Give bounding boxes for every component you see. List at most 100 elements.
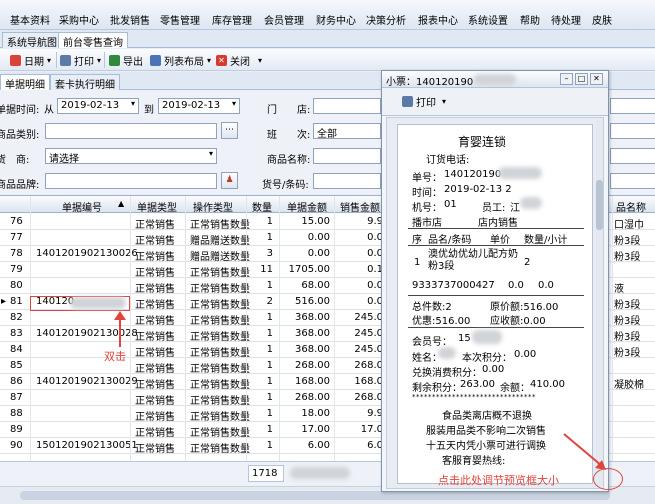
receipt-staff: 江 <box>510 203 520 214</box>
minimize-icon[interactable]: – <box>560 73 573 85</box>
col-bill-type[interactable]: 单据类型 <box>137 199 177 214</box>
right-filter-input-3[interactable] <box>610 148 655 164</box>
date-button[interactable]: 日期 ▾ <box>10 53 51 68</box>
picker-icon[interactable]: ⋯ <box>221 122 238 139</box>
tab-system-nav[interactable]: 系统导航图 <box>2 32 62 49</box>
col-sale-amount[interactable]: 销售金额 <box>340 199 380 214</box>
receipt-item-qty: 2 <box>524 257 531 268</box>
print-label: 打印 <box>74 56 94 68</box>
receipt-discount: 优惠:516.00 <box>412 316 471 327</box>
cell-type: 正常销售 <box>135 332 175 343</box>
menu-item-0[interactable]: 基本资料 <box>10 12 50 27</box>
cell-qty: 1 <box>266 392 273 403</box>
menu-item-7[interactable]: 决策分析 <box>366 12 406 27</box>
cell-amt: 368.00 <box>295 344 330 355</box>
receipt-item-seq: 1 <box>414 257 421 268</box>
col-qty[interactable]: 数量 <box>252 199 272 214</box>
tab-bill-detail[interactable]: 单据明细 <box>0 74 50 91</box>
cell-n: 77 <box>10 232 23 243</box>
person-picker-icon[interactable]: ♟ <box>221 172 238 189</box>
product-name-input[interactable] <box>313 148 381 164</box>
export-button[interactable]: 导出 <box>109 53 143 68</box>
menu-item-5[interactable]: 会员管理 <box>264 12 304 27</box>
menu-item-12[interactable]: 皮肤 <box>592 12 612 27</box>
chevron-down-icon: ▾ <box>97 55 102 65</box>
cell-amt: 268.00 <box>295 360 330 371</box>
cell-tail: 口湿巾 <box>614 220 644 231</box>
print-button[interactable]: 打印 ▾ <box>60 53 102 68</box>
cell-op: 正常销售数量 <box>190 412 250 423</box>
sort-asc-icon: ▲ <box>118 199 125 208</box>
receipt-sale-kind: 店内销售 <box>478 218 518 229</box>
receipt-remain-label: 剩余积分： <box>412 383 462 394</box>
list-layout-button[interactable]: 列表布局 ▾ <box>150 53 211 68</box>
cell-amt: 15.00 <box>301 216 330 227</box>
cell-type: 正常销售 <box>135 412 175 423</box>
to-label: 到 <box>144 105 154 116</box>
brand-input[interactable] <box>45 173 217 189</box>
to-date-input[interactable]: 2019-02-13 ▾ <box>158 98 240 114</box>
cell-n: 78 <box>10 248 23 259</box>
cell-n: 81 <box>10 296 23 307</box>
merchant-select[interactable]: 请选择 ▾ <box>45 148 217 164</box>
toolbar: 日期 ▾ 打印 ▾ 导出 列表布局 ▾ ✕ 关闭 ▾ <box>0 49 655 71</box>
popup-title-bar[interactable]: 小票：140120190 – □ ✕ <box>382 71 608 88</box>
cell-op: 正常销售数量 <box>190 300 250 311</box>
close-button[interactable]: ✕ 关闭 <box>216 53 250 68</box>
shift-select[interactable]: 全部 <box>313 123 381 139</box>
scroll-thumb[interactable] <box>20 491 610 500</box>
right-filter-input-2[interactable] <box>610 123 655 139</box>
receipt-bill-no-label: 单号： <box>412 173 442 184</box>
receipt-staff-label: 员工: <box>482 203 506 214</box>
total-qty: 1718 <box>248 465 284 482</box>
cell-sale: 168.0 <box>354 376 383 387</box>
cell-type: 正常销售 <box>135 252 175 263</box>
annotation-arrow-up <box>114 311 126 347</box>
cell-amt: 268.00 <box>295 392 330 403</box>
cell-type: 正常销售 <box>135 380 175 391</box>
cell-tail: 粉3段 <box>614 348 641 359</box>
receipt-exchange-label: 兑换消费积分： <box>412 368 482 379</box>
menu-item-9[interactable]: 系统设置 <box>468 12 508 27</box>
col-bill-no[interactable]: 单据编号 <box>62 199 102 214</box>
close-icon[interactable]: ✕ <box>590 73 603 85</box>
redacted-name <box>438 347 456 359</box>
cell-qty: 11 <box>260 264 273 275</box>
col-op-type[interactable]: 操作类型 <box>193 199 233 214</box>
menu-item-10[interactable]: 帮助 <box>520 12 540 27</box>
menu-item-2[interactable]: 批发销售 <box>110 12 150 27</box>
menu-item-4[interactable]: 库存管理 <box>212 12 252 27</box>
from-date-input[interactable]: 2019-02-13 ▾ <box>57 98 139 114</box>
popup-print-button[interactable]: 打印 ▾ <box>402 94 446 109</box>
menu-item-3[interactable]: 零售管理 <box>160 12 200 27</box>
shift-label: 班 次: <box>267 130 311 141</box>
store-input[interactable] <box>313 98 381 114</box>
cell-type: 正常销售 <box>135 316 175 327</box>
receipt-col-price: 单价 <box>490 235 510 246</box>
redacted-bill-no <box>70 297 126 309</box>
tab-card-detail[interactable]: 套卡执行明细 <box>50 74 120 91</box>
chevron-down-icon: ▾ <box>442 97 447 106</box>
toolbar-overflow-icon[interactable]: ▾ <box>258 53 262 67</box>
maximize-icon[interactable]: □ <box>575 73 588 85</box>
cell-type: 正常销售 <box>135 348 175 359</box>
menu-item-6[interactable]: 财务中心 <box>316 12 356 27</box>
receipt-scroll-thumb[interactable] <box>596 180 603 230</box>
col-bill-amount[interactable]: 单据金额 <box>287 199 327 214</box>
col-product-name[interactable]: 品名称 <box>616 199 646 214</box>
product-type-input[interactable] <box>45 123 217 139</box>
resize-grip-highlight[interactable] <box>593 468 623 490</box>
menu-item-11[interactable]: 待处理 <box>551 12 581 27</box>
cell-tail: 粉3段 <box>614 332 641 343</box>
store-label: 门 店: <box>267 105 311 116</box>
menu-item-1[interactable]: 采购中心 <box>59 12 99 27</box>
excel-icon <box>109 54 120 66</box>
menu-item-8[interactable]: 报表中心 <box>418 12 458 27</box>
cell-amt: 17.00 <box>301 424 330 435</box>
right-filter-input-4[interactable] <box>610 173 655 189</box>
barcode-input[interactable] <box>313 173 381 189</box>
product-type-label: 商品类别: <box>0 130 40 141</box>
printer-icon <box>402 96 413 107</box>
right-filter-input-1[interactable] <box>610 98 655 114</box>
tab-retail-query[interactable]: 前台零售查询 <box>58 32 128 49</box>
